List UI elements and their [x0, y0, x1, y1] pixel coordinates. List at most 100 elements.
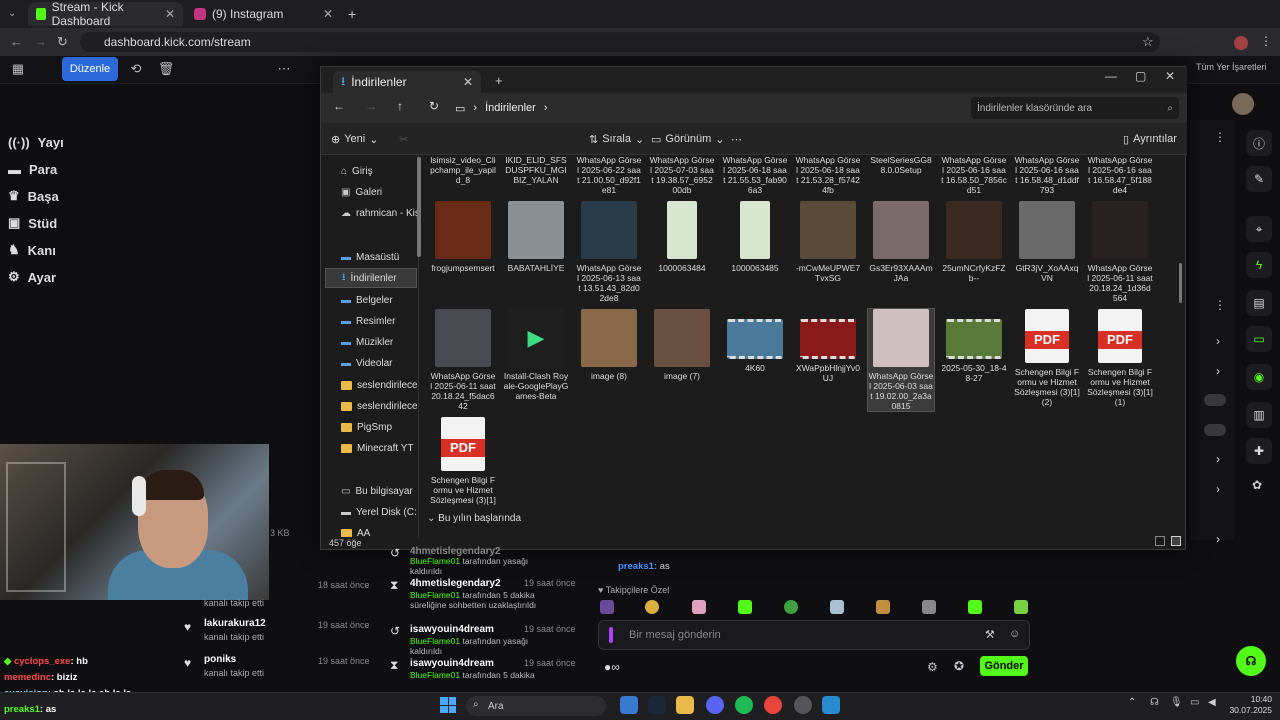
breadcrumb[interactable]: ▭ › İndirilenler ›	[455, 97, 955, 119]
focus-icon[interactable]: ⌖	[1246, 216, 1272, 242]
nav-item[interactable]: seslendirilecek 2	[325, 375, 417, 395]
emote[interactable]	[830, 600, 844, 614]
close-tab-icon[interactable]: ✕	[463, 75, 473, 89]
emote[interactable]	[600, 600, 614, 614]
file-item[interactable]: lsimsiz_video_Clipchamp_ile_yapild_8	[430, 155, 496, 185]
file-item[interactable]: WhatsApp Görsel 2025-06-18 saat 21.53.28…	[795, 155, 861, 195]
file-item[interactable]: image (7)	[649, 309, 715, 381]
emote[interactable]	[1014, 600, 1028, 614]
file-item[interactable]: image (8)	[576, 309, 642, 381]
panel-menu-icon[interactable]: ⋮	[1214, 298, 1226, 312]
nav-item[interactable]: ⌂ Giriş	[325, 161, 417, 181]
apps-icon[interactable]: ▦	[10, 57, 26, 81]
chevron-right-icon[interactable]: ›	[1216, 364, 1220, 378]
file-item[interactable]: WhatsApp Görsel 2025-06-03 saat 19.02.00…	[867, 308, 935, 412]
nav-item[interactable]: seslendirilecek 3	[325, 396, 417, 416]
nav-scrollbar[interactable]	[417, 157, 421, 257]
sidebar-item-money[interactable]: ▬ Para	[8, 157, 68, 181]
refresh-icon[interactable]: ↻	[429, 99, 439, 113]
nav-item[interactable]: ▬ Belgeler	[325, 290, 417, 310]
tab-search-icon[interactable]: ⌄	[8, 8, 16, 19]
tray-chevron-icon[interactable]: ⌃	[1128, 697, 1136, 708]
content-scrollbar[interactable]	[1179, 263, 1182, 303]
toggle-switch[interactable]	[1204, 394, 1226, 406]
file-item[interactable]: WhatsApp Görsel 2025-07-03 saat 19.38.57…	[649, 155, 715, 195]
up-icon[interactable]: ↑	[397, 99, 403, 113]
emote[interactable]	[876, 600, 890, 614]
file-item[interactable]: 25umNCrfyKzFZb--	[941, 201, 1007, 283]
start-button[interactable]	[440, 697, 456, 713]
network-icon[interactable]: ▭	[1190, 697, 1199, 708]
sidebar-item-channel[interactable]: ♞ Kanı	[8, 238, 68, 262]
mod-actor[interactable]: BlueFlame01	[410, 590, 460, 600]
file-item[interactable]: 2025-05-30_18-48-27	[941, 309, 1007, 383]
all-bookmarks-label[interactable]: Tüm Yer İşaretleri	[1196, 62, 1267, 72]
group-header[interactable]: ⌄ Bu yılın başlarında	[427, 513, 521, 524]
more-icon[interactable]: ⋯	[276, 57, 292, 81]
chat-input[interactable]: Bir mesaj gönderin ⚒ ☺	[598, 620, 1030, 650]
chat-user[interactable]: preaks1:	[618, 561, 657, 572]
file-item[interactable]: frogjumpsemsert	[430, 201, 496, 273]
activity-name[interactable]: lakurakura12	[204, 618, 266, 629]
mod-name[interactable]: isawyouin4dream	[410, 658, 494, 669]
edit-button[interactable]: Düzenle	[62, 57, 118, 81]
reload-icon[interactable]: ↻	[57, 34, 68, 50]
file-item[interactable]: WhatsApp Görsel 2025-06-16 saat 16.58.48…	[1014, 155, 1080, 195]
mod-name[interactable]: 4hmetislegendary2	[410, 578, 501, 589]
nav-item[interactable]: ▬ Videolar	[325, 353, 417, 373]
discord-icon[interactable]	[706, 696, 724, 714]
points-icon[interactable]: ●∞	[604, 660, 620, 674]
mic-icon[interactable]: 🎙	[1170, 697, 1183, 708]
emote[interactable]	[784, 600, 798, 614]
view-button[interactable]: ▭ Görünüm ⌄	[651, 131, 724, 147]
broadcast-icon[interactable]: ◉	[1246, 364, 1272, 390]
file-item[interactable]: 4K60	[722, 309, 788, 373]
file-item[interactable]: IKID_ELID_SFSDUSPFKU_MGIBIZ_YALAN	[503, 155, 569, 185]
nav-item[interactable]: ▣ Galeri	[325, 182, 417, 202]
mod-actor[interactable]: BlueFlame01	[410, 636, 460, 646]
settings-icon[interactable]: ⚙	[927, 660, 938, 674]
file-item[interactable]: WhatsApp Görsel 2025-06-13 saat 13.51.43…	[576, 201, 642, 303]
chrome-icon[interactable]	[764, 696, 782, 714]
profile-avatar[interactable]	[1234, 36, 1248, 50]
menu-icon[interactable]: ⋮	[1260, 34, 1272, 48]
forward-icon[interactable]: →	[365, 99, 377, 113]
spotify-icon[interactable]	[735, 696, 753, 714]
minimize-icon[interactable]: —	[1105, 69, 1117, 83]
maximize-icon[interactable]: ▢	[1135, 69, 1146, 83]
taskbar-search[interactable]: ⌕ Ara	[466, 696, 606, 716]
volume-icon[interactable]: ◀	[1208, 697, 1216, 708]
new-button[interactable]: ⊕ Yeni ⌄	[331, 131, 378, 147]
more-icon[interactable]: ⋯	[731, 131, 742, 147]
nav-item[interactable]: ☁ rahmican - Kişis	[325, 203, 417, 223]
info-icon[interactable]: ⓘ	[1246, 130, 1272, 156]
user-avatar[interactable]	[1232, 93, 1254, 115]
trash-icon[interactable]: 🗑	[158, 57, 175, 81]
tab-instagram[interactable]: (9) Instagram ✕	[186, 2, 341, 26]
tiles-view-icon[interactable]	[1171, 536, 1181, 546]
command-icon[interactable]: ⚒	[985, 628, 995, 641]
file-item[interactable]: BABATAHLİYE	[503, 201, 569, 273]
file-item[interactable]: WhatsApp Görsel 2025-06-22 saat 21.00.50…	[576, 155, 642, 195]
taskbar-app-icon[interactable]	[822, 696, 840, 714]
nav-item[interactable]: ⭳ İndirilenler	[325, 268, 417, 288]
chevron-right-icon[interactable]: ›	[1216, 334, 1220, 348]
emote[interactable]	[738, 600, 752, 614]
file-item[interactable]: 1000063485	[722, 201, 788, 273]
tab-kick-dashboard[interactable]: Stream - Kick Dashboard ✕	[28, 0, 183, 28]
nav-item[interactable]: ▬ Müzikler	[325, 332, 417, 352]
file-explorer-icon[interactable]	[676, 696, 694, 714]
close-tab-icon[interactable]: ✕	[165, 7, 175, 21]
mod-tools-icon[interactable]: ✪	[954, 659, 964, 673]
panel-menu-icon[interactable]: ⋮	[1214, 130, 1226, 144]
file-item[interactable]: WhatsApp Görsel 2025-06-18 saat 21.55.53…	[722, 155, 788, 195]
taskbar-app-icon[interactable]	[620, 696, 638, 714]
file-item[interactable]: WhatsApp Görsel 2025-06-11 saat 20.18.24…	[430, 309, 496, 411]
emote[interactable]	[922, 600, 936, 614]
nav-item[interactable]: ▭ Bu bilgisayar	[325, 481, 417, 501]
steam-icon[interactable]	[648, 696, 666, 714]
file-item[interactable]: SteelSeriesGG88.0.0Setup	[868, 155, 934, 175]
sidebar-item-studio[interactable]: ▣ Stüd	[8, 211, 68, 235]
headphone-icon[interactable]: ☊	[1150, 697, 1159, 708]
file-item[interactable]: PDF Schengen Bilgi Formu ve Hizmet Sözleş…	[430, 417, 496, 505]
